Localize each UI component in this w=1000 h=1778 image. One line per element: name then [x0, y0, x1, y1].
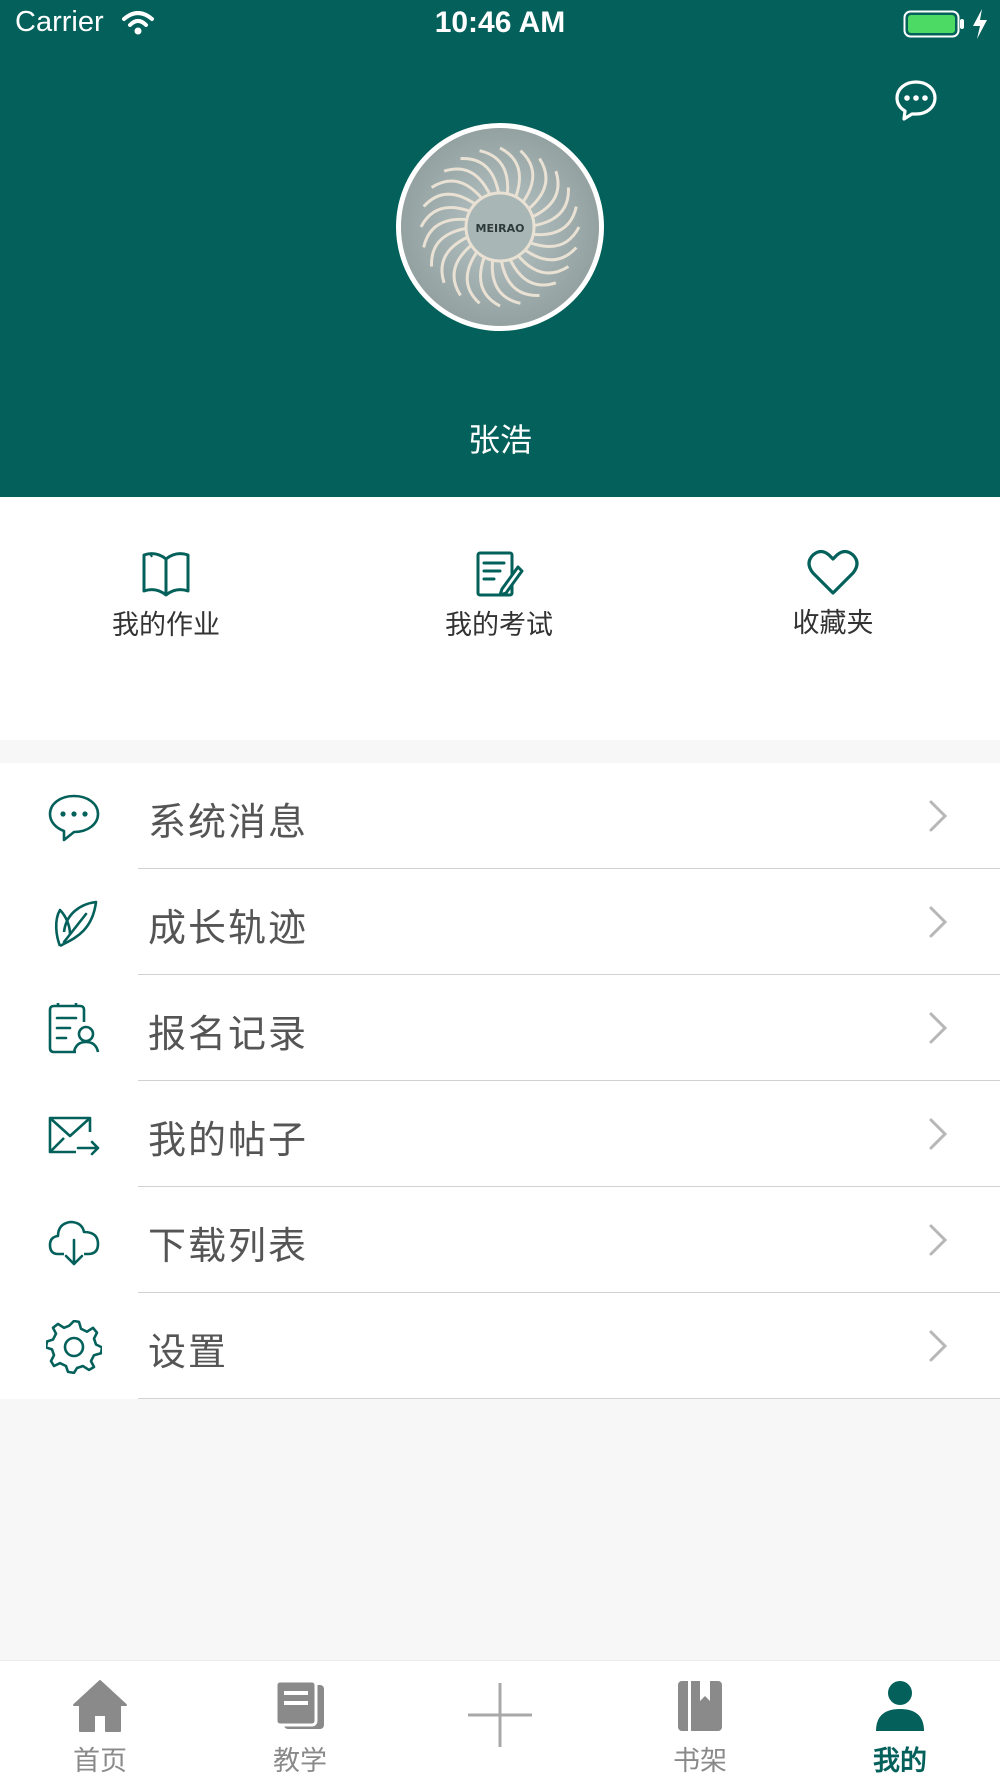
- message-icon[interactable]: [893, 78, 939, 124]
- chevron-right-icon: [929, 800, 948, 832]
- chevron-right-icon: [929, 1330, 948, 1362]
- svg-text:MEIRAO: MEIRAO: [476, 222, 525, 235]
- menu-item-settings[interactable]: 设置: [0, 1293, 1000, 1399]
- teaching-icon: [274, 1679, 324, 1729]
- menu-label: 系统消息: [148, 800, 309, 844]
- book-icon: [142, 552, 190, 597]
- quick-item-favorites[interactable]: 收藏夹: [733, 549, 933, 640]
- quick-item-homework[interactable]: 我的作业: [66, 549, 266, 642]
- chevron-right-icon: [929, 906, 948, 938]
- menu-label: 下载列表: [148, 1224, 309, 1268]
- menu-label: 报名记录: [148, 1012, 309, 1056]
- chevron-right-icon: [929, 1118, 948, 1150]
- chevron-right-icon: [929, 1012, 948, 1044]
- tab-label: 教学: [273, 1746, 327, 1777]
- tab-label: 首页: [73, 1746, 127, 1777]
- chevron-right-icon: [929, 1224, 948, 1256]
- heart-icon: [807, 549, 859, 595]
- avatar[interactable]: MEIRAO: [396, 123, 604, 331]
- menu-item-registration-records[interactable]: 报名记录: [0, 975, 1000, 1081]
- tab-home[interactable]: 首页: [20, 1679, 180, 1778]
- menu-item-download-list[interactable]: 下载列表: [0, 1187, 1000, 1293]
- menu-label: 我的帖子: [148, 1118, 309, 1162]
- menu-item-system-messages[interactable]: 系统消息: [0, 763, 1000, 869]
- quick-item-exam[interactable]: 我的考试: [399, 549, 599, 642]
- tab-label: 书架: [673, 1746, 727, 1777]
- person-icon: [876, 1681, 924, 1731]
- tab-bookshelf[interactable]: 书架: [620, 1679, 780, 1778]
- quick-label-favorites: 收藏夹: [792, 608, 874, 639]
- chat-bubble-icon: [48, 794, 100, 842]
- status-time: 10:46 AM: [434, 6, 566, 39]
- menu-item-growth-track[interactable]: 成长轨迹: [0, 869, 1000, 975]
- menu-label: 设置: [148, 1330, 229, 1374]
- tab-teaching[interactable]: 教学: [220, 1679, 380, 1778]
- mail-forward-icon: [48, 1116, 100, 1156]
- status-bar: Carrier 10:46 AM: [0, 0, 1000, 50]
- home-icon: [73, 1680, 127, 1732]
- tab-label: 我的: [873, 1746, 927, 1777]
- settings-menu: 系统消息 成长轨迹 报名记录 我的帖子 下载列表 设置: [0, 763, 1000, 1399]
- tab-bar: 首页 教学 书架 我的: [0, 1660, 1000, 1778]
- quick-actions: 我的作业 我的考试 收藏夹: [0, 497, 1000, 740]
- tab-mine[interactable]: 我的: [820, 1679, 980, 1778]
- cloud-download-icon: [48, 1220, 100, 1266]
- tab-add[interactable]: [420, 1679, 580, 1757]
- bookshelf-icon: [678, 1681, 722, 1731]
- menu-label: 成长轨迹: [148, 906, 309, 950]
- menu-item-my-posts[interactable]: 我的帖子: [0, 1081, 1000, 1187]
- registration-record-icon: [48, 1003, 100, 1054]
- divider: [138, 1398, 1000, 1399]
- plus-icon: [468, 1683, 532, 1747]
- charging-icon: [973, 9, 987, 39]
- quick-label-homework: 我的作业: [112, 610, 220, 641]
- quick-label-exam: 我的考试: [445, 610, 553, 641]
- profile-header: Carrier 10:46 AM MEIRAO 张浩: [0, 0, 1000, 497]
- battery-icon: [903, 10, 964, 38]
- gear-icon: [46, 1320, 102, 1374]
- leaf-icon: [54, 900, 98, 948]
- exam-edit-icon: [476, 551, 524, 597]
- username: 张浩: [467, 421, 532, 459]
- avatar-fan-image: MEIRAO: [401, 128, 599, 326]
